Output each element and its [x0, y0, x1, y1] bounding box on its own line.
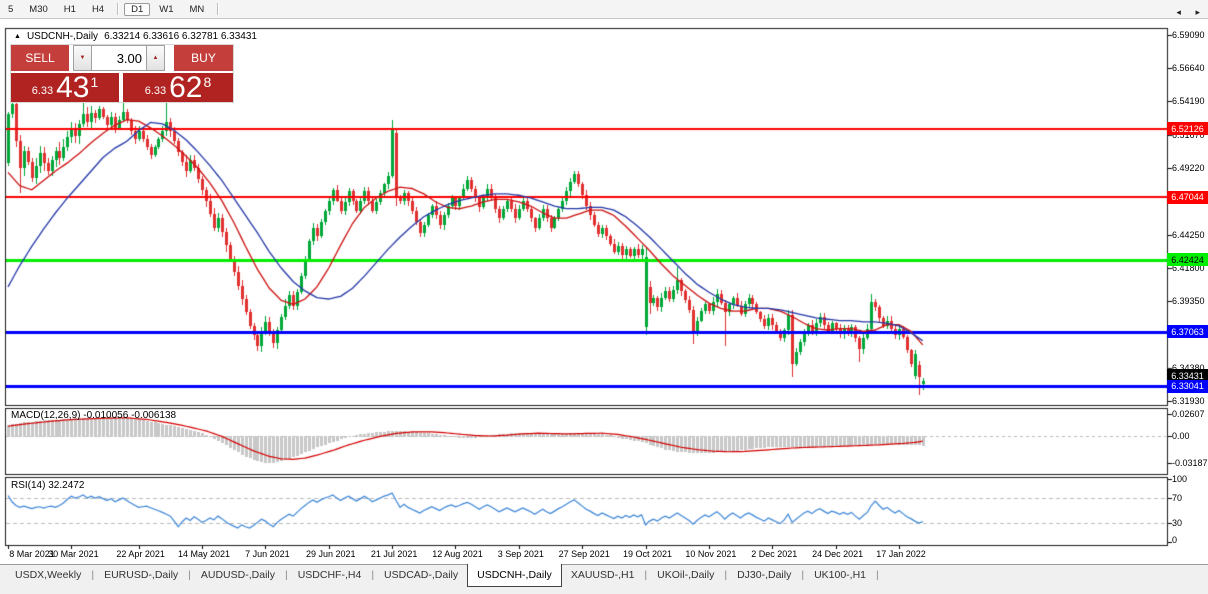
price-line-label: 6.37063: [1167, 325, 1208, 338]
spinner-down-icon: ▼: [80, 55, 86, 61]
rsi-axis-tick: 70: [1172, 493, 1182, 503]
buy-price-prefix: 6.33: [145, 85, 166, 97]
timeframe-button-w1[interactable]: W1: [152, 3, 180, 16]
toolbar-separator: [217, 3, 218, 15]
date-axis-label: 30 Mar 2021: [43, 549, 103, 559]
date-axis-label: 2 Dec 2021: [744, 549, 804, 559]
chart-tab-usdx-weekly[interactable]: USDX,Weekly: [6, 565, 90, 586]
buy-price-big: 62: [169, 75, 202, 100]
tab-scroll-arrows: ◂ ▸: [1164, 7, 1200, 18]
price-axis-tick: 6.44250: [1172, 230, 1205, 240]
sell-button[interactable]: SELL: [11, 45, 69, 71]
date-axis-label: 12 Aug 2021: [427, 549, 487, 559]
price-axis-tick: 6.59090: [1172, 30, 1205, 40]
price-axis-tick: 6.49220: [1172, 163, 1205, 173]
timeframe-button-d1[interactable]: D1: [124, 3, 150, 16]
price-axis-tick: 6.31930: [1172, 396, 1205, 406]
price-line-label: 6.52126: [1167, 122, 1208, 135]
toolbar-separator: [117, 3, 118, 15]
volume-increase-button[interactable]: ▲: [147, 45, 165, 71]
price-axis-tick: 6.54190: [1172, 96, 1205, 106]
macd-indicator-label: MACD(12,26,9) -0.010056 -0.006138: [11, 410, 176, 421]
date-axis-label: 22 Apr 2021: [111, 549, 171, 559]
timeframe-button-h1[interactable]: H1: [57, 3, 83, 16]
chart-title: ▲ USDCNH-,Daily 6.33214 6.33616 6.32781 6.…: [14, 31, 257, 42]
chart-tab-xauusd-h1[interactable]: XAUUSD-,H1: [562, 565, 644, 586]
rsi-indicator-label: RSI(14) 32.2472: [11, 480, 84, 491]
price-axis-tick: 6.56640: [1172, 63, 1205, 73]
rsi-axis-tick: 30: [1172, 518, 1182, 528]
chart-tab-audusd-daily[interactable]: AUDUSD-,Daily: [192, 565, 284, 586]
chart-tab-bar: USDX,Weekly|EURUSD-,Daily|AUDUSD-,Daily|…: [0, 564, 1208, 594]
chart-tab-usdcad-daily[interactable]: USDCAD-,Daily: [375, 565, 467, 586]
chart-tab-ukoil-daily[interactable]: UKOil-,Daily: [648, 565, 723, 586]
price-line-label: 6.47044: [1167, 191, 1208, 204]
macd-axis-tick: 0.00: [1172, 431, 1190, 441]
timeframe-toolbar: 5M30H1H4 D1W1MN: [0, 0, 1208, 19]
timeframe-button-h4[interactable]: H4: [85, 3, 111, 16]
buy-quote-box[interactable]: 6.33 62 8: [123, 73, 233, 102]
macd-axis-tick: 0.02607: [1172, 409, 1205, 419]
price-line-label: 6.42424: [1167, 253, 1208, 266]
date-axis-label: 3 Sep 2021: [491, 549, 551, 559]
price-line-label: 6.33041: [1167, 380, 1208, 393]
chart-tab-usdchf-h4[interactable]: USDCHF-,H4: [289, 565, 371, 586]
date-axis-label: 29 Jun 2021: [301, 549, 361, 559]
spinner-up-icon: ▲: [153, 55, 159, 61]
sell-price-big: 43: [56, 75, 89, 100]
sell-quote-box[interactable]: 6.33 43 1: [11, 73, 119, 102]
chart-ohlc-values: 6.33214 6.33616 6.32781 6.33431: [104, 31, 257, 42]
buy-button[interactable]: BUY: [174, 45, 233, 71]
volume-input[interactable]: [91, 45, 147, 71]
rsi-axis-tick: 0: [1172, 535, 1177, 545]
timeframe-button-m30[interactable]: M30: [22, 3, 54, 16]
timeframe-button-mn[interactable]: MN: [183, 3, 212, 16]
date-axis-label: 19 Oct 2021: [618, 549, 678, 559]
sell-price-sup: 1: [91, 74, 99, 90]
tab-separator: |: [875, 565, 880, 586]
date-axis-label: 10 Nov 2021: [681, 549, 741, 559]
date-axis-label: 14 May 2021: [174, 549, 234, 559]
date-axis-label: 7 Jun 2021: [237, 549, 297, 559]
chart-tab-eurusd-daily[interactable]: EURUSD-,Daily: [95, 565, 187, 586]
date-axis-label: 21 Jul 2021: [364, 549, 424, 559]
chart-tab-usdcnh-daily[interactable]: USDCNH-,Daily: [467, 564, 562, 587]
timeframe-button-5[interactable]: 5: [1, 3, 20, 16]
tabs-scroll-right-icon[interactable]: ▸: [1195, 7, 1200, 17]
buy-price-sup: 8: [204, 74, 212, 90]
date-axis-label: 27 Sep 2021: [554, 549, 614, 559]
macd-axis-tick: -0.03187: [1172, 458, 1208, 468]
rsi-axis-tick: 100: [1172, 474, 1187, 484]
chart-symbol-label: USDCNH-,Daily: [27, 31, 98, 42]
date-axis-label: 17 Jan 2022: [871, 549, 931, 559]
date-axis-label: 24 Dec 2021: [808, 549, 868, 559]
volume-decrease-button[interactable]: ▼: [73, 45, 91, 71]
tabs-scroll-left-icon[interactable]: ◂: [1176, 7, 1181, 17]
sell-price-prefix: 6.33: [32, 85, 53, 97]
collapse-chart-icon[interactable]: ▲: [14, 33, 21, 40]
price-axis-tick: 6.39350: [1172, 296, 1205, 306]
chart-tab-dj30-daily[interactable]: DJ30-,Daily: [728, 565, 800, 586]
one-click-trading-panel: SELL ▼ ▲ BUY 6.33 43 1 6.33 62 8: [11, 45, 233, 102]
chart-tab-uk100-h1[interactable]: UK100-,H1: [805, 565, 875, 586]
